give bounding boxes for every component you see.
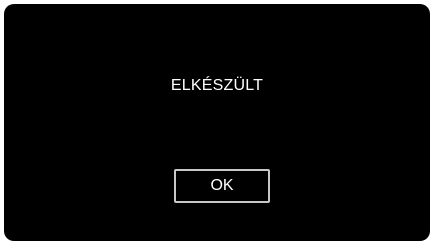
completion-dialog: ELKÉSZÜLT OK bbox=[4, 4, 430, 241]
ok-button[interactable]: OK bbox=[174, 169, 270, 203]
completion-message: ELKÉSZÜLT bbox=[170, 77, 264, 94]
